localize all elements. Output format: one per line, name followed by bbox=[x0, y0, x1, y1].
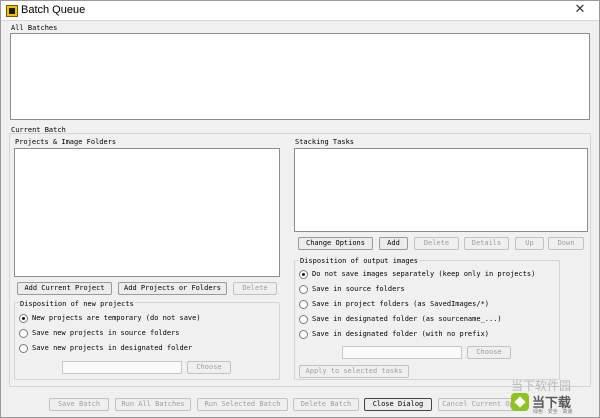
watermark-logo-icon bbox=[511, 393, 529, 411]
add-current-project-button[interactable]: Add Current Project bbox=[17, 282, 112, 295]
radio-label: Do not save images separately (keep only… bbox=[312, 270, 536, 278]
delete-project-button[interactable]: Delete bbox=[233, 282, 277, 295]
save-batch-button[interactable]: Save Batch bbox=[49, 398, 109, 411]
radio-label: New projects are temporary (do not save) bbox=[32, 314, 201, 322]
radio-button[interactable] bbox=[19, 314, 28, 323]
new-projects-choose-button[interactable]: Choose bbox=[187, 361, 231, 374]
radio-button[interactable] bbox=[19, 344, 28, 353]
radio-button[interactable] bbox=[19, 329, 28, 338]
apply-to-selected-tasks-button[interactable]: Apply to selected tasks bbox=[299, 365, 409, 378]
radio-button[interactable] bbox=[299, 300, 308, 309]
change-options-button[interactable]: Change Options bbox=[298, 237, 373, 250]
radio-button[interactable] bbox=[299, 285, 308, 294]
new-projects-folder-field[interactable] bbox=[62, 361, 182, 374]
run-selected-batch-button[interactable]: Run Selected Batch bbox=[197, 398, 288, 411]
disposition-output-label: Disposition of output images bbox=[299, 257, 420, 265]
delete-batch-button[interactable]: Delete Batch bbox=[293, 398, 359, 411]
site-watermark: 当下软件园 当下载 绿色 · 安全 · 高速 bbox=[511, 377, 600, 418]
output-folder-field[interactable] bbox=[342, 346, 462, 359]
title-bar[interactable]: Batch Queue ✕ bbox=[1, 1, 599, 21]
radio-label: Save in designated folder (with no prefi… bbox=[312, 330, 490, 338]
cancel-current-op-button[interactable]: Cancel Current Op bbox=[438, 398, 518, 411]
window-title: Batch Queue bbox=[21, 4, 86, 16]
radio-label: Save new projects in designated folder bbox=[32, 344, 193, 352]
watermark-slogan-text: 绿色 · 安全 · 高速 bbox=[533, 409, 573, 415]
projects-label: Projects & Image Folders bbox=[15, 138, 117, 146]
add-projects-or-folders-button[interactable]: Add Projects or Folders bbox=[118, 282, 227, 295]
app-icon bbox=[6, 5, 18, 17]
disposition-new-projects-label: Disposition of new projects bbox=[19, 300, 135, 308]
run-all-batches-button[interactable]: Run All Batches bbox=[115, 398, 191, 411]
batch-queue-window: Batch Queue ✕ All Batches Current Batch … bbox=[0, 0, 600, 418]
all-batches-list[interactable] bbox=[10, 33, 590, 120]
close-dialog-button[interactable]: Close Dialog bbox=[364, 398, 432, 411]
radio-label: Save new projects in source folders bbox=[32, 329, 180, 337]
radio-button[interactable] bbox=[299, 330, 308, 339]
radio-label: Save in designated folder (as sourcename… bbox=[312, 315, 502, 323]
output-choose-button[interactable]: Choose bbox=[467, 346, 511, 359]
down-button[interactable]: Down bbox=[548, 237, 584, 250]
add-task-button[interactable]: Add bbox=[379, 237, 408, 250]
stacking-tasks-label: Stacking Tasks bbox=[295, 138, 355, 146]
details-button[interactable]: Details bbox=[464, 237, 509, 250]
close-icon[interactable]: ✕ bbox=[569, 2, 591, 18]
all-batches-label: All Batches bbox=[11, 24, 58, 32]
radio-button[interactable] bbox=[299, 270, 308, 279]
radio-button[interactable] bbox=[299, 315, 308, 324]
up-button[interactable]: Up bbox=[515, 237, 544, 250]
radio-label: Save in source folders bbox=[312, 285, 405, 293]
radio-label: Save in project folders (as SavedImages/… bbox=[312, 300, 490, 308]
delete-task-button[interactable]: Delete bbox=[414, 237, 459, 250]
projects-list[interactable] bbox=[14, 148, 280, 277]
stacking-tasks-list[interactable] bbox=[294, 148, 588, 232]
